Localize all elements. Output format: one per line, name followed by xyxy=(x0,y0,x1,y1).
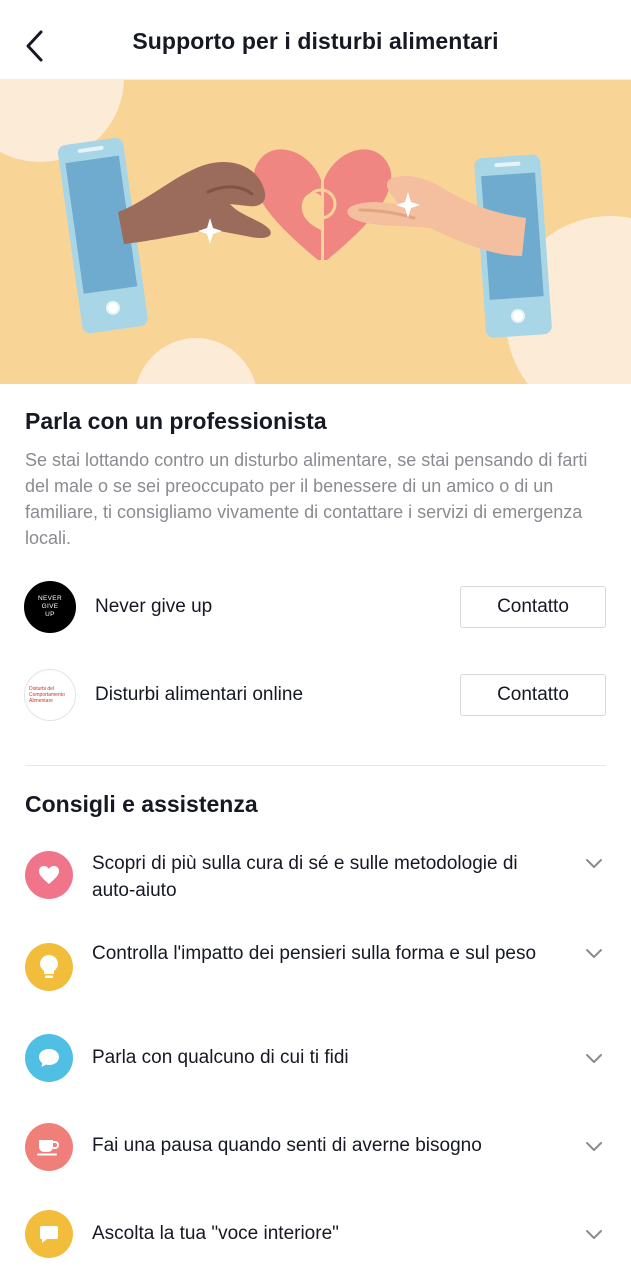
tip-label: Ascolta la tua "voce interiore" xyxy=(92,1223,339,1244)
tip-label: Fai una pausa quando senti di averne bis… xyxy=(92,1135,482,1156)
tip-label: Scopri di più sulla cura di sé e sulle m… xyxy=(92,853,518,901)
chevron-down-icon xyxy=(583,1136,605,1158)
chevron-down-icon xyxy=(583,943,605,965)
contact-item: NEVER GIVE UP Never give up Contatto xyxy=(0,577,631,637)
tip-item-talk[interactable]: Parla con qualcuno di cui ti fidi xyxy=(0,1030,631,1100)
logo-text-line: UP xyxy=(45,611,55,618)
chat-bubble-icon xyxy=(25,1034,73,1082)
logo-text-line: Alimentare xyxy=(29,698,53,704)
page-title: Supporto per i disturbi alimentari xyxy=(132,28,499,54)
top-bar: Supporto per i disturbi alimentari xyxy=(0,0,631,80)
chevron-down-icon xyxy=(583,1048,605,1070)
message-icon xyxy=(25,1210,73,1258)
section-title-tips: Consigli e assistenza xyxy=(25,791,258,817)
tip-label: Parla con qualcuno di cui ti fidi xyxy=(92,1047,349,1068)
tip-label: Controlla l'impatto dei pensieri sulla f… xyxy=(92,943,537,964)
logo-text-line: NEVER xyxy=(38,595,62,602)
professional-description: Se stai lottando contro un disturbo alim… xyxy=(25,450,588,548)
contact-button[interactable]: Contatto xyxy=(460,674,606,716)
heart-icon xyxy=(25,851,73,899)
tip-item-self-care[interactable]: Scopri di più sulla cura di sé e sulle m… xyxy=(0,845,631,915)
contact-button[interactable]: Contatto xyxy=(460,586,606,628)
lightbulb-icon xyxy=(25,943,73,991)
contact-item: Disturbi del Comportamento Alimentare Di… xyxy=(0,665,631,725)
contact-name: Disturbi alimentari online xyxy=(95,684,304,705)
section-title-professional: Parla con un professionista xyxy=(25,408,327,434)
hero-illustration xyxy=(0,80,631,384)
divider xyxy=(25,765,606,766)
tip-item-thoughts[interactable]: Controlla l'impatto dei pensieri sulla f… xyxy=(0,937,631,1007)
never-give-up-logo: NEVER GIVE UP xyxy=(24,581,76,633)
disturbi-alimentari-logo: Disturbi del Comportamento Alimentare xyxy=(24,669,76,721)
tip-item-break[interactable]: Fai una pausa quando senti di averne bis… xyxy=(0,1118,631,1188)
tip-item-inner-voice[interactable]: Ascolta la tua "voce interiore" xyxy=(0,1206,631,1276)
chevron-down-icon xyxy=(583,853,605,875)
contact-name: Never give up xyxy=(95,596,213,617)
logo-text-line: GIVE xyxy=(41,603,59,610)
chevron-down-icon xyxy=(583,1224,605,1246)
coffee-cup-icon xyxy=(25,1123,73,1171)
